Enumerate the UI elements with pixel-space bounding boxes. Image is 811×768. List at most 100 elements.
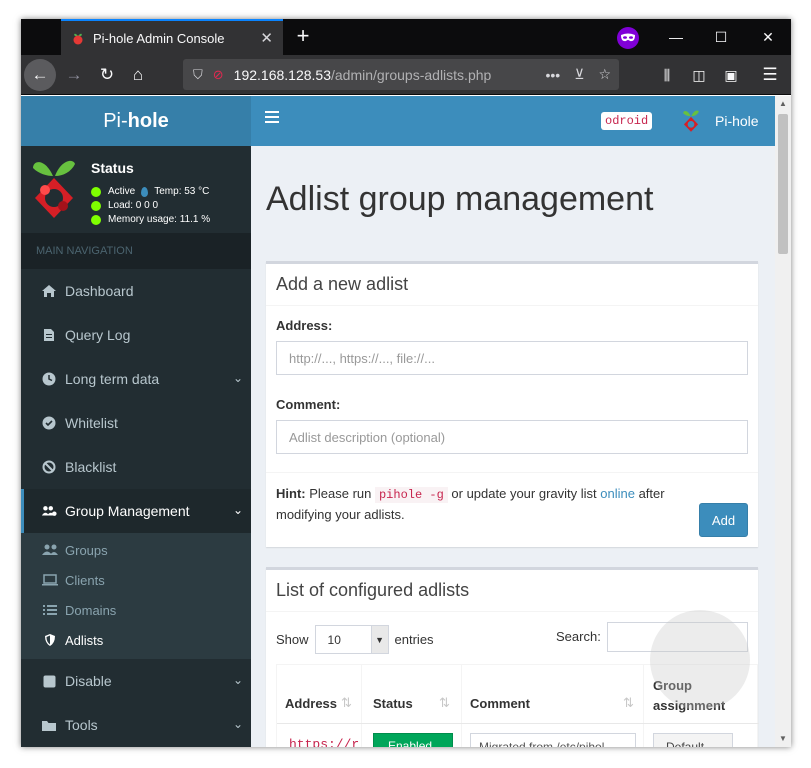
- entries-length-control: Show 10 ▼ entries: [276, 625, 434, 654]
- sidebar-item-long-term-data[interactable]: Long term data ⌄: [21, 357, 251, 401]
- extension-icon[interactable]: ▣: [715, 59, 747, 91]
- add-adlist-title: Add a new adlist: [266, 264, 758, 306]
- pihole-favicon-icon: [71, 31, 85, 45]
- sidebar-item-label: Blacklist: [65, 459, 117, 475]
- brand-logo[interactable]: Pi-hole: [21, 96, 251, 146]
- minimize-icon[interactable]: —: [653, 19, 699, 55]
- sidebar-item-disable[interactable]: Disable ⌄: [21, 659, 251, 703]
- reload-icon[interactable]: ↻: [91, 59, 123, 91]
- address-input[interactable]: http://..., https://..., file://...: [276, 341, 748, 375]
- status-load-line: Load: 0 0 0: [91, 200, 158, 211]
- group-management-submenu: Groups Clients Domains Adlists: [21, 533, 251, 659]
- check-circle-icon: [41, 415, 57, 431]
- close-window-icon[interactable]: ✕: [745, 19, 791, 55]
- status-toggle[interactable]: Enabled: [373, 733, 453, 747]
- sidebar-subitem-label: Domains: [65, 602, 117, 618]
- load-label: Load: 0 0 0: [108, 200, 159, 211]
- sidebar-subitem-groups[interactable]: Groups: [21, 535, 251, 565]
- back-arrow-icon[interactable]: ←: [24, 59, 56, 91]
- bookmark-star-icon[interactable]: ☆: [598, 66, 611, 83]
- sidebar-item-label: Query Log: [65, 327, 131, 343]
- brand-bold: hole: [127, 109, 169, 132]
- sidebar-subitem-clients[interactable]: Clients: [21, 565, 251, 595]
- pocket-icon[interactable]: ⊻: [574, 66, 584, 83]
- home-icon[interactable]: ⌂: [122, 59, 154, 91]
- page-actions-icon[interactable]: •••: [545, 67, 560, 83]
- sidebar-toggle-icon[interactable]: ◫: [683, 59, 715, 91]
- add-adlist-box: Add a new adlist Address: http://..., ht…: [266, 261, 758, 547]
- hint-text-1: Please run: [305, 486, 375, 501]
- sidebar-item-label: Long term data: [65, 371, 160, 387]
- page-scrollbar[interactable]: ▲ ▼: [775, 96, 791, 747]
- hamburger-menu-icon[interactable]: [265, 111, 279, 125]
- user-menu[interactable]: Pi-hole: [681, 106, 759, 136]
- sort-icon[interactable]: ⇅: [623, 695, 634, 711]
- active-label: Active: [108, 186, 136, 197]
- sidebar-item-dashboard[interactable]: Dashboard: [21, 269, 251, 313]
- insecure-lock-icon[interactable]: ⊘: [213, 67, 224, 83]
- row-address: https://r: [289, 737, 360, 747]
- hint-bold: Hint:: [276, 486, 306, 501]
- sidebar-subitem-domains[interactable]: Domains: [21, 595, 251, 625]
- add-button[interactable]: Add: [699, 503, 748, 537]
- memory-dot-icon: [91, 214, 101, 225]
- forward-arrow-icon[interactable]: →: [58, 59, 90, 91]
- row-comment-input[interactable]: Migrated from /etc/pihol: [470, 733, 636, 747]
- page-title: Adlist group management: [266, 180, 654, 218]
- tab-title: Pi-hole Admin Console: [93, 30, 225, 46]
- online-link[interactable]: online: [600, 486, 635, 501]
- sidebar-item-whitelist[interactable]: Whitelist: [21, 401, 251, 445]
- sidebar-subitem-adlists[interactable]: Adlists: [21, 625, 251, 655]
- user-label: Pi-hole: [715, 113, 759, 129]
- chevron-down-icon: ⌄: [232, 717, 243, 731]
- sidebar-item-tools[interactable]: Tools ⌄: [21, 703, 251, 747]
- new-tab-icon[interactable]: +: [291, 24, 315, 48]
- sidebar-subitem-label: Adlists: [65, 632, 104, 648]
- sidebar-item-query-log[interactable]: Query Log: [21, 313, 251, 357]
- entries-select[interactable]: 10 ▼: [314, 625, 389, 654]
- scrollbar-thumb[interactable]: [778, 114, 788, 254]
- url-bar[interactable]: ⛉ ⊘ 192.168.128.53/admin/groups-adlists.…: [183, 59, 619, 90]
- comment-label: Comment:: [276, 397, 341, 412]
- brand-prefix: Pi-: [103, 109, 128, 132]
- sidebar-item-label: Whitelist: [65, 415, 118, 431]
- sort-icon[interactable]: ⇅: [341, 695, 352, 711]
- sidebar: Status Active Temp: 53 °C Load: 0 0 0 Me…: [21, 146, 251, 747]
- active-dot-icon: [91, 186, 101, 197]
- show-label: Show: [276, 632, 309, 647]
- browser-tab[interactable]: Pi-hole Admin Console ✕: [61, 19, 283, 55]
- sidebar-item-blacklist[interactable]: Blacklist: [21, 445, 251, 489]
- sidebar-subitem-label: Groups: [65, 542, 108, 558]
- column-header-address[interactable]: Address: [285, 696, 337, 711]
- pihole-logo-icon: [33, 160, 75, 218]
- column-header-status[interactable]: Status: [373, 696, 413, 711]
- ban-icon: [41, 459, 57, 475]
- tab-close-icon[interactable]: ✕: [260, 29, 273, 47]
- folder-icon: [41, 717, 57, 733]
- shield-icon[interactable]: ⛉: [193, 67, 203, 83]
- file-icon: [41, 327, 57, 343]
- entries-label: entries: [394, 632, 434, 647]
- load-dot-icon: [91, 200, 101, 211]
- scroll-up-icon[interactable]: ▲: [775, 96, 791, 112]
- sidebar-item-label: Dashboard: [65, 283, 134, 299]
- hint-text-2: or update your gravity list: [447, 486, 601, 501]
- comment-input[interactable]: Adlist description (optional): [276, 420, 748, 454]
- column-header-comment[interactable]: Comment: [470, 696, 530, 711]
- maximize-icon[interactable]: ☐: [698, 19, 744, 55]
- clock-icon: [41, 371, 57, 387]
- menu-icon[interactable]: ☰: [754, 59, 786, 91]
- sidebar-item-label: Disable: [65, 673, 112, 689]
- library-icon[interactable]: ⫼: [651, 59, 683, 91]
- temperature-drop-icon: [141, 186, 149, 197]
- private-browsing-icon: [617, 27, 639, 49]
- row-group-select[interactable]: Default: [653, 733, 733, 747]
- sort-icon[interactable]: ⇅: [439, 695, 450, 711]
- hostname-badge: odroid: [601, 112, 653, 130]
- sidebar-item-group-management[interactable]: Group Management ⌄: [21, 489, 251, 533]
- search-label: Search:: [556, 629, 601, 644]
- adlist-table-title: List of configured adlists: [266, 570, 758, 612]
- square-icon: [41, 673, 57, 689]
- list-icon: [41, 604, 59, 616]
- scroll-down-icon[interactable]: ▼: [775, 731, 791, 747]
